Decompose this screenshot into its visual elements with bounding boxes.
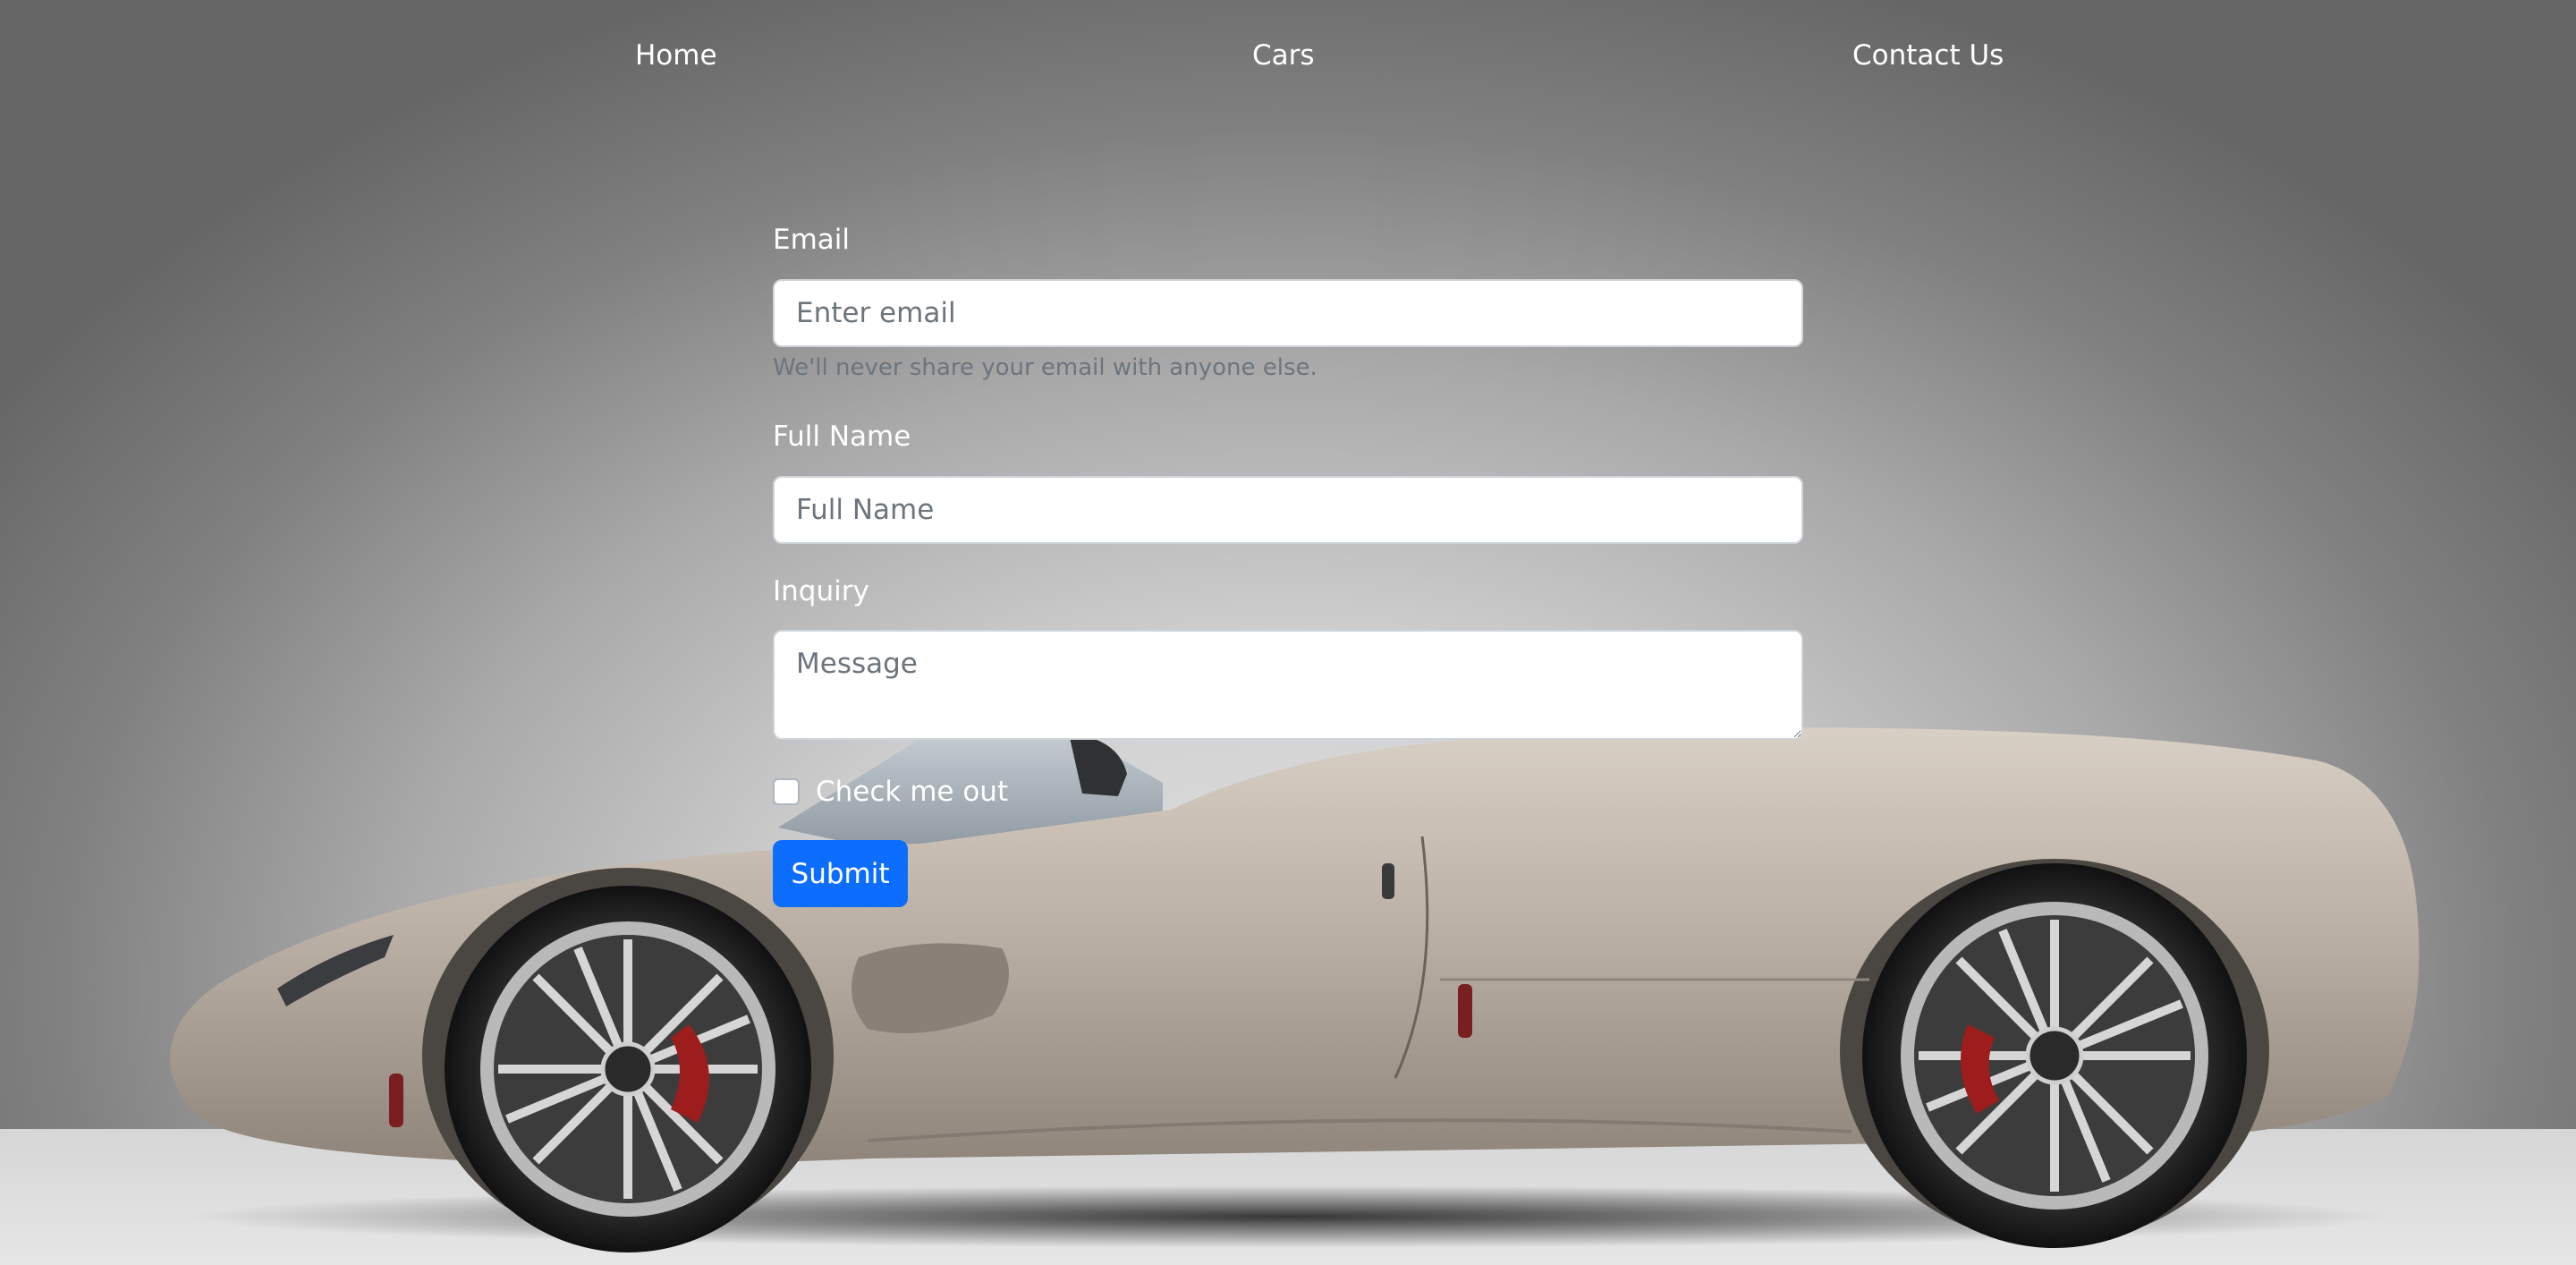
car-hero-image (170, 727, 2419, 1252)
top-nav: Home Cars Contact Us (0, 0, 2576, 111)
check-me-out-checkbox[interactable] (773, 778, 800, 805)
full-name-label: Full Name (773, 420, 911, 453)
submit-button[interactable]: Submit (773, 840, 908, 907)
inquiry-label: Inquiry (773, 575, 869, 607)
inquiry-textarea[interactable] (773, 630, 1803, 740)
email-help-text: We'll never share your email with anyone… (773, 354, 1318, 381)
email-label: Email (773, 224, 851, 256)
nav-link-cars[interactable]: Cars (1252, 36, 1315, 75)
check-me-out-label[interactable]: Check me out (816, 772, 1008, 811)
nav-link-contact-us[interactable]: Contact Us (1852, 36, 2004, 75)
full-name-input[interactable] (773, 476, 1803, 544)
nav-link-home[interactable]: Home (635, 36, 717, 75)
rear-wheel (1862, 863, 2247, 1248)
front-wheel (445, 886, 811, 1252)
email-input[interactable] (773, 279, 1803, 347)
check-me-out-row: Check me out (773, 772, 1008, 811)
